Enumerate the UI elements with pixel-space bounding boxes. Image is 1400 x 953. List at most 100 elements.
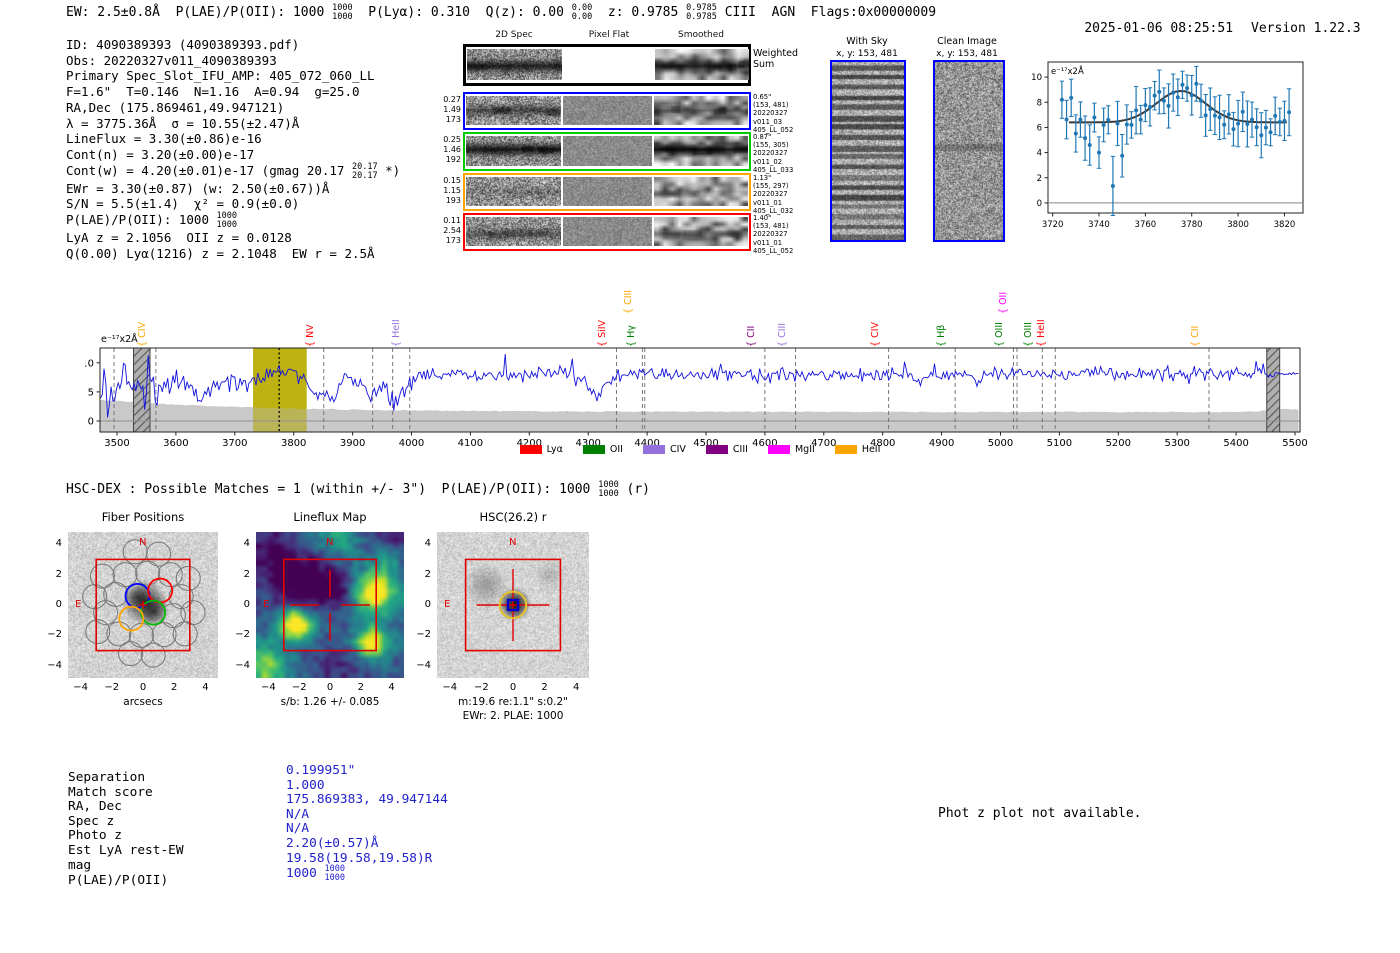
svg-text:10: 10 (1031, 73, 1042, 83)
legend-item-oii: OII (582, 444, 623, 455)
legend-swatch (705, 445, 728, 454)
lineflux-map-overlay (282, 558, 378, 652)
cutout-xtick-label: 4 (202, 682, 209, 693)
cutout-xtick-label: −2 (104, 682, 120, 693)
hsc-cutout-overlay (464, 558, 562, 652)
legend-swatch (642, 445, 665, 454)
compass-north: N (509, 537, 517, 548)
svg-text:8: 8 (1037, 98, 1042, 108)
svg-text:3800: 3800 (1227, 220, 1249, 230)
legend-swatch (582, 445, 605, 454)
legend-swatch (834, 445, 857, 454)
cutout-xtick-label: 4 (388, 682, 395, 693)
text-segment: N/A (286, 821, 310, 837)
match-table-row: mag 19.58(19.58,19.58)R (68, 851, 448, 873)
cutout-ytick-label: 0 (55, 599, 62, 610)
svg-text:3720: 3720 (1042, 220, 1064, 230)
cutout-ytick-label: 4 (424, 538, 431, 550)
text-segment: 1000 (286, 866, 325, 882)
2dspec-row-right-labels: Weighted Sum (753, 48, 798, 70)
cutout-ytick-label: −4 (235, 659, 250, 671)
cutout-xlabel: s/b: 1.26 +/- 0.085 (280, 696, 380, 708)
2dspec-row-right-labels: 0.87" (155, 305) 20220327 v011_02 405_LL_033 (753, 133, 794, 174)
match-row-label: mag (68, 857, 92, 873)
legend-item-civ: CIV (642, 444, 686, 455)
svg-text:3740: 3740 (1088, 220, 1110, 230)
2dspec-image-smooth (655, 49, 749, 80)
match-table-row: Spec z N/A (68, 807, 448, 829)
cutout-ytick-label: 0 (424, 599, 431, 610)
cutout-ytick-label: 2 (424, 568, 431, 580)
2d-spectra-panel: 2D Spec Pixel Flat Smoothed Weighted Sum 0.27… (0, 0, 800, 260)
cutout-ytick-label: 0 (243, 599, 250, 610)
match-row-value: 2.20(±0.57)Å (286, 836, 378, 851)
cutout-ytick-label: 4 (55, 538, 62, 550)
hsc-match-summary: HSC-DEX : Possible Matches = 1 (within +… (66, 481, 650, 499)
2dspec-image-flat (563, 177, 652, 206)
match-row-value: N/A (286, 821, 309, 836)
report-date: 2025-01-06 08:25:51 (1084, 21, 1234, 36)
match-row-value: 175.869383, 49.947144 (286, 792, 448, 807)
text-segment: 1.000 (286, 777, 325, 793)
compass-east: E (75, 599, 82, 610)
cutout-xlabel: m:19.6 re:1.1" s:0.2" (458, 696, 568, 708)
withsky-title-text: With Sky (846, 36, 888, 47)
report-version: Version 1.22.3 (1251, 21, 1361, 36)
line-marker-label-oii: { OII (997, 291, 1009, 314)
hsc-cutout-title: HSC(26.2) r (479, 510, 547, 524)
line-fit-plot: 3720 3740 3760 3780 3800 3820 0 2 4 6 8 10 e⁻¹⁷x2Å (1031, 61, 1304, 230)
2dspec-image-spec2d (466, 96, 561, 125)
withsky-coords: x, y: 153, 481 (836, 49, 898, 59)
text-segment: 19.58(19.58,19.58)R (286, 850, 433, 866)
match-row-label: Photo z (68, 828, 122, 844)
2dspec-row (463, 92, 751, 130)
text-segment: 175.869383, 49.947144 (286, 792, 448, 808)
legend-label: OII (609, 444, 623, 455)
stacked-fraction: 1000 1000 (598, 480, 619, 499)
2dspec-row (463, 213, 751, 251)
svg-text:3760: 3760 (1135, 220, 1157, 230)
cutout-xtick-label: −4 (442, 682, 458, 693)
text-segment: N/A (286, 806, 310, 822)
legend-swatch (519, 445, 542, 454)
withsky-image (830, 60, 906, 242)
2dspec-row-right-labels: 1.13" (155, 297) 20220327 v011_01 405_LL_032 (753, 174, 794, 215)
match-row-label: P(LAE)/P(OII) (68, 873, 169, 889)
2dspec-image-flat (563, 136, 652, 166)
legend-label: MgII (794, 444, 815, 455)
match-row-value: 19.58(19.58,19.58)R (286, 851, 432, 866)
svg-text:4: 4 (1037, 149, 1042, 159)
cutout-xtick-label: 2 (171, 682, 178, 693)
2dspec-row-right-labels: 1.40" (153, 481) 20220327 v011_01 405_LL_052 (753, 214, 794, 255)
svg-text:3780: 3780 (1181, 220, 1203, 230)
2dspec-row-left-labels: 0.27 1.49 173 (443, 95, 461, 124)
cutout-ytick-label: −4 (416, 659, 431, 671)
2dspec-row-left-labels: 0.25 1.46 192 (443, 135, 461, 164)
svg-text:10: 10 (85, 358, 94, 369)
compass-east: E (263, 599, 270, 610)
cutout-ytick-label: 4 (243, 538, 250, 550)
match-row-value: N/A (286, 807, 309, 822)
text-segment: (r) (618, 481, 651, 497)
2dspec-row-right-labels: 0.65" (153, 481) 20220327 v011_03 405_LL_052 (753, 93, 794, 134)
2dspec-image-spec2d (466, 177, 561, 206)
2dspec-image-smooth (654, 217, 748, 246)
legend-item-mgii: MgII (767, 444, 815, 455)
match-table-row: Separation 0.199951" (68, 763, 448, 785)
cutout-xtick-label: 0 (326, 682, 334, 693)
legend-label: HeII (861, 444, 881, 455)
cleanimage-title-text: Clean Image (937, 36, 997, 47)
photz-note: Phot z plot not available. (938, 806, 1142, 821)
cutout-xtick-label: −4 (73, 682, 88, 693)
compass-east: E (444, 599, 451, 610)
cutout-xtick-label: 2 (357, 682, 364, 693)
2dspec-row-left-labels: 0.15 1.15 193 (443, 176, 461, 205)
svg-text:2: 2 (1037, 174, 1042, 184)
fiber-positions-overlay (82, 539, 206, 668)
legend-swatch (767, 445, 790, 454)
cutout-ytick-label: −2 (416, 629, 431, 641)
2dspec-image-flat (563, 96, 652, 125)
2dspec-image-smooth (654, 177, 748, 206)
withsky-title: With Sky x, y: 153, 481 (828, 36, 906, 60)
2dspec-column-title: Smoothed (678, 30, 724, 40)
